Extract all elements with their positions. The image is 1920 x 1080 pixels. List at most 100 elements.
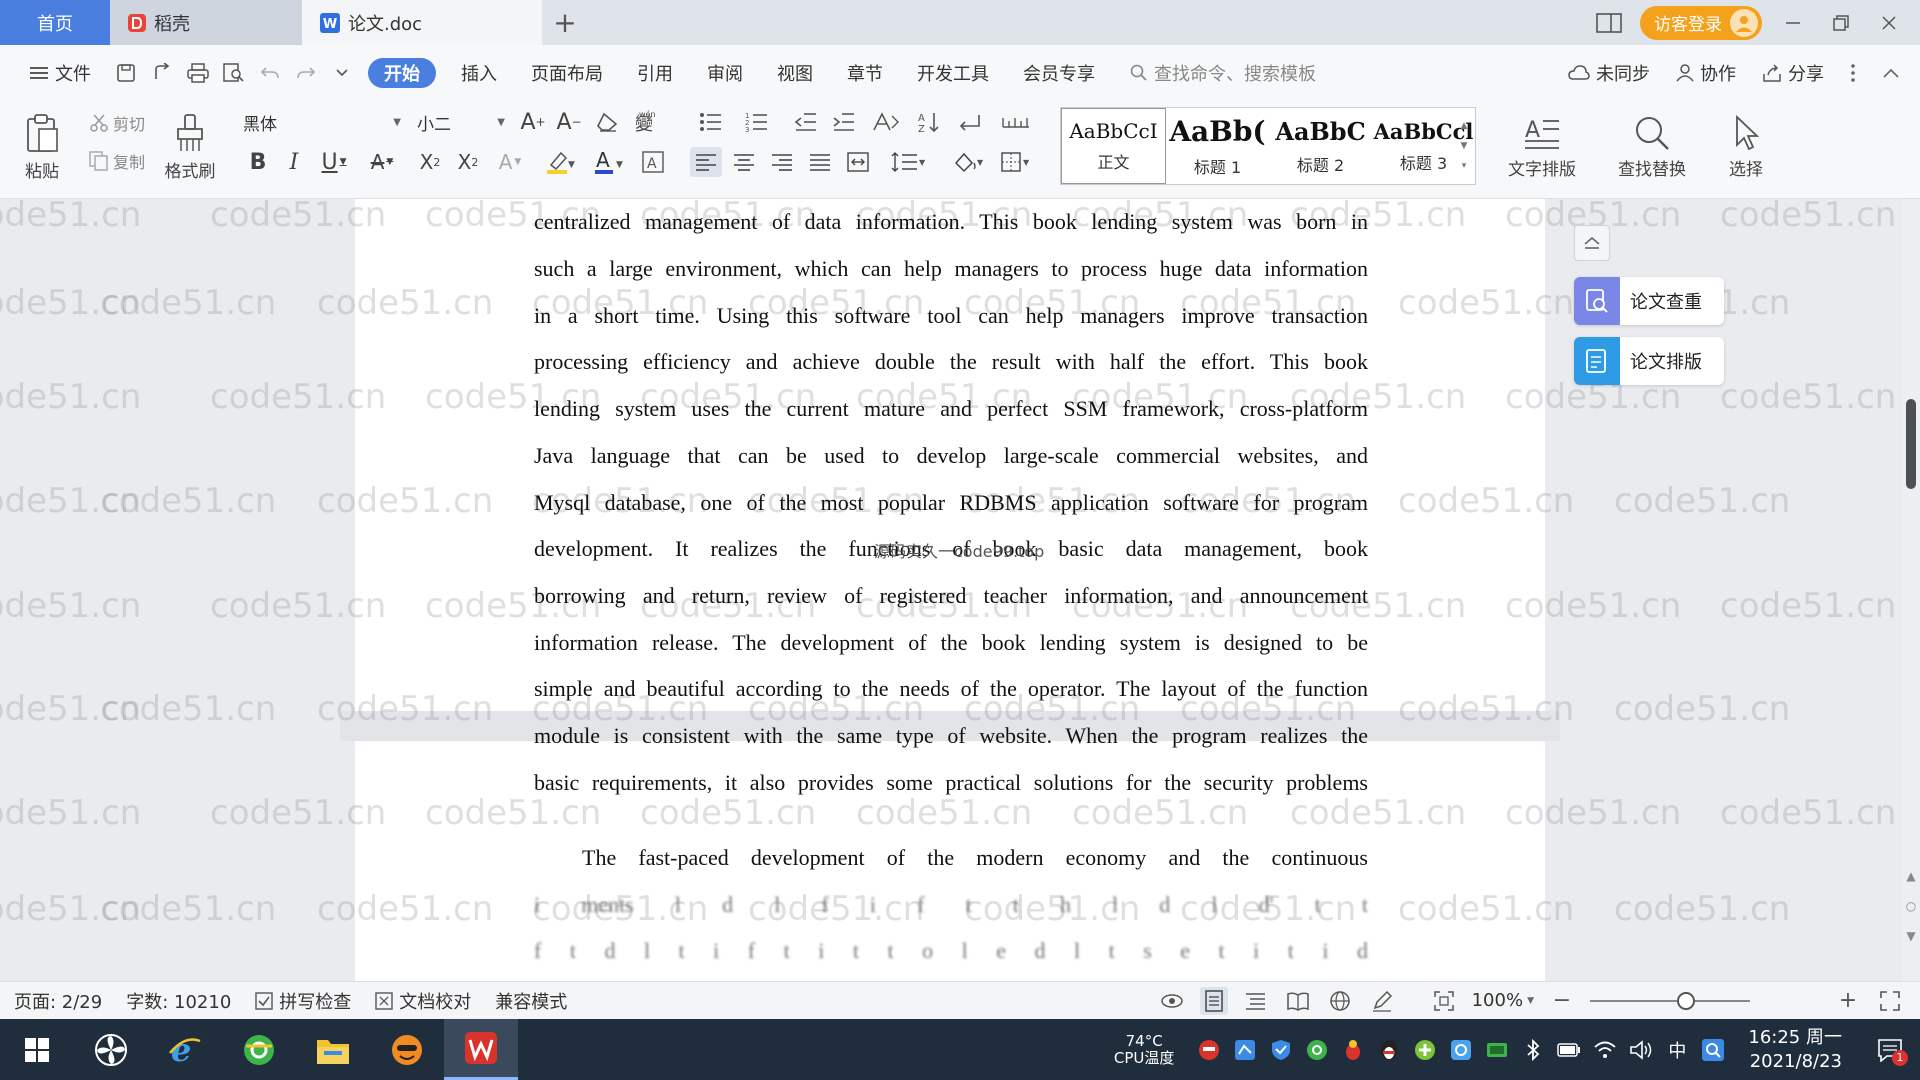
eye-protection-icon[interactable] [1158, 987, 1186, 1015]
save-icon[interactable] [108, 58, 144, 88]
fullscreen-icon[interactable] [1876, 987, 1904, 1015]
tab-home-ribbon[interactable]: 开始 [368, 58, 436, 88]
guest-login-button[interactable]: 访客登录 [1640, 5, 1762, 40]
show-hide-marks-icon[interactable] [952, 107, 988, 137]
notification-center-button[interactable]: 1 [1870, 1030, 1910, 1070]
font-size-select[interactable]: 小二 ▼ [410, 108, 512, 136]
tab-daoke[interactable]: 稻壳 [110, 0, 302, 45]
align-right-icon[interactable] [766, 147, 798, 177]
page-indicator[interactable]: 页面: 2/29 [0, 988, 112, 1014]
align-center-icon[interactable] [728, 147, 760, 177]
avatar-app-icon[interactable] [370, 1019, 444, 1080]
page-select-icon[interactable]: ○ [1904, 899, 1918, 915]
copy-button[interactable]: 复制 [80, 147, 154, 175]
tab-stops-icon[interactable] [998, 107, 1034, 137]
bold-icon[interactable]: B [244, 147, 272, 177]
browser-360-icon[interactable] [222, 1019, 296, 1080]
battery-icon[interactable] [1554, 1035, 1584, 1065]
tray-app-cloud-icon[interactable] [1446, 1035, 1476, 1065]
tray-app-bug-icon[interactable] [1338, 1035, 1368, 1065]
justify-icon[interactable] [804, 147, 836, 177]
zoom-select[interactable]: 100% ▼ [1472, 990, 1534, 1011]
more-options-icon[interactable] [1850, 63, 1856, 83]
new-tab-button[interactable]: + [542, 0, 588, 45]
font-family-select[interactable]: 黑体 ▼ [236, 108, 408, 136]
paper-check-button[interactable]: 论文查重 [1574, 277, 1724, 325]
page2-text[interactable]: development. It realizes the functions o… [534, 526, 1368, 975]
line-spacing-icon[interactable]: ▼ [886, 147, 930, 177]
clear-format-icon[interactable] [592, 107, 622, 137]
proofread-button[interactable]: 文档校对 [361, 988, 481, 1014]
page-view-icon[interactable] [1199, 986, 1228, 1015]
zoom-out-icon[interactable]: − [1548, 987, 1576, 1015]
page-up-icon[interactable]: ▲ [1904, 869, 1918, 885]
cut-button[interactable]: 剪切 [80, 109, 154, 137]
export-icon[interactable] [144, 58, 180, 88]
tray-app-gpu-icon[interactable] [1482, 1035, 1512, 1065]
superscript-icon[interactable]: X2 [414, 147, 446, 177]
increase-indent-icon[interactable] [828, 107, 860, 137]
page1-text[interactable]: centralized management of data informati… [534, 199, 1368, 527]
wps-writer-icon[interactable] [444, 1019, 518, 1080]
find-replace-button[interactable]: 查找替换 [1604, 107, 1700, 187]
qq-search-icon[interactable] [1698, 1035, 1728, 1065]
font-color-icon[interactable]: A ▼ [588, 147, 628, 177]
tab-references[interactable]: 引用 [620, 58, 690, 88]
fit-page-icon[interactable] [1430, 987, 1458, 1015]
numbered-list-icon[interactable]: 123 [740, 107, 776, 137]
paper-layout-button[interactable]: 论文排版 [1574, 337, 1724, 385]
tray-app-plus-icon[interactable] [1410, 1035, 1440, 1065]
zoom-slider[interactable] [1590, 991, 1750, 1010]
tab-review[interactable]: 审阅 [690, 58, 760, 88]
redo-icon[interactable] [288, 58, 324, 88]
align-left-icon[interactable] [690, 147, 722, 177]
qq-penguin-icon[interactable] [1374, 1035, 1404, 1065]
shield-icon[interactable] [1266, 1035, 1296, 1065]
sync-status-button[interactable]: 未同步 [1568, 60, 1650, 86]
vertical-scrollbar[interactable]: ▲ ○ ▼ [1902, 199, 1920, 981]
shading-icon[interactable]: ▼ [948, 147, 988, 177]
close-icon[interactable] [1872, 6, 1906, 40]
character-border-icon[interactable]: A [638, 147, 668, 177]
borders-icon[interactable]: ▼ [996, 147, 1036, 177]
tray-app-green-icon[interactable] [1302, 1035, 1332, 1065]
tab-chapter[interactable]: 章节 [830, 58, 900, 88]
file-menu[interactable]: 文件 [12, 58, 108, 88]
style-gallery-scroll[interactable]: ▲ ▼ ▾ [1454, 109, 1474, 183]
tab-home[interactable]: 首页 [0, 0, 110, 45]
select-button[interactable]: 选择 [1708, 107, 1784, 187]
command-search[interactable]: 查找命令、搜索模板 [1130, 60, 1316, 86]
increase-font-icon[interactable]: A + [518, 107, 548, 137]
input-method-indicator[interactable]: 中 [1662, 1035, 1692, 1065]
start-button[interactable] [0, 1019, 74, 1080]
strikethrough-icon[interactable]: A ▼ [362, 147, 402, 177]
style-normal[interactable]: AaBbCcI 正文 [1061, 108, 1166, 184]
undo-icon[interactable] [252, 58, 288, 88]
web-view-icon[interactable] [1326, 987, 1354, 1015]
reading-view-icon[interactable] [1284, 987, 1312, 1015]
tab-developer[interactable]: 开发工具 [900, 58, 1006, 88]
restore-icon[interactable] [1824, 6, 1858, 40]
collaborate-button[interactable]: 协作 [1676, 60, 1736, 86]
highlight-icon[interactable]: ▼ [540, 147, 580, 177]
underline-icon[interactable]: U ▼ [314, 147, 354, 177]
ie-browser-icon[interactable]: e [148, 1019, 222, 1080]
layout-toggle-icon[interactable] [1592, 6, 1626, 40]
subscript-icon[interactable]: X2 [452, 147, 484, 177]
chevron-down-icon[interactable] [324, 58, 360, 88]
tab-view[interactable]: 视图 [760, 58, 830, 88]
tray-app-red-icon[interactable] [1194, 1035, 1224, 1065]
cpu-temperature[interactable]: 74°C CPU温度 [1114, 1032, 1175, 1067]
text-direction-icon[interactable] [866, 107, 906, 137]
print-preview-icon[interactable] [216, 58, 252, 88]
tray-app-blue-icon[interactable] [1230, 1035, 1260, 1065]
tab-document[interactable]: W 论文.doc [302, 0, 542, 45]
decrease-indent-icon[interactable] [790, 107, 822, 137]
wifi-icon[interactable] [1590, 1035, 1620, 1065]
italic-icon[interactable]: I [280, 147, 308, 177]
print-icon[interactable] [180, 58, 216, 88]
spellcheck-button[interactable]: 拼写检查 [241, 988, 361, 1014]
phonetic-guide-icon[interactable]: 變 wén [628, 107, 668, 137]
distribute-icon[interactable] [842, 147, 874, 177]
style-heading-2[interactable]: AaBbC 标题 2 [1269, 108, 1372, 184]
